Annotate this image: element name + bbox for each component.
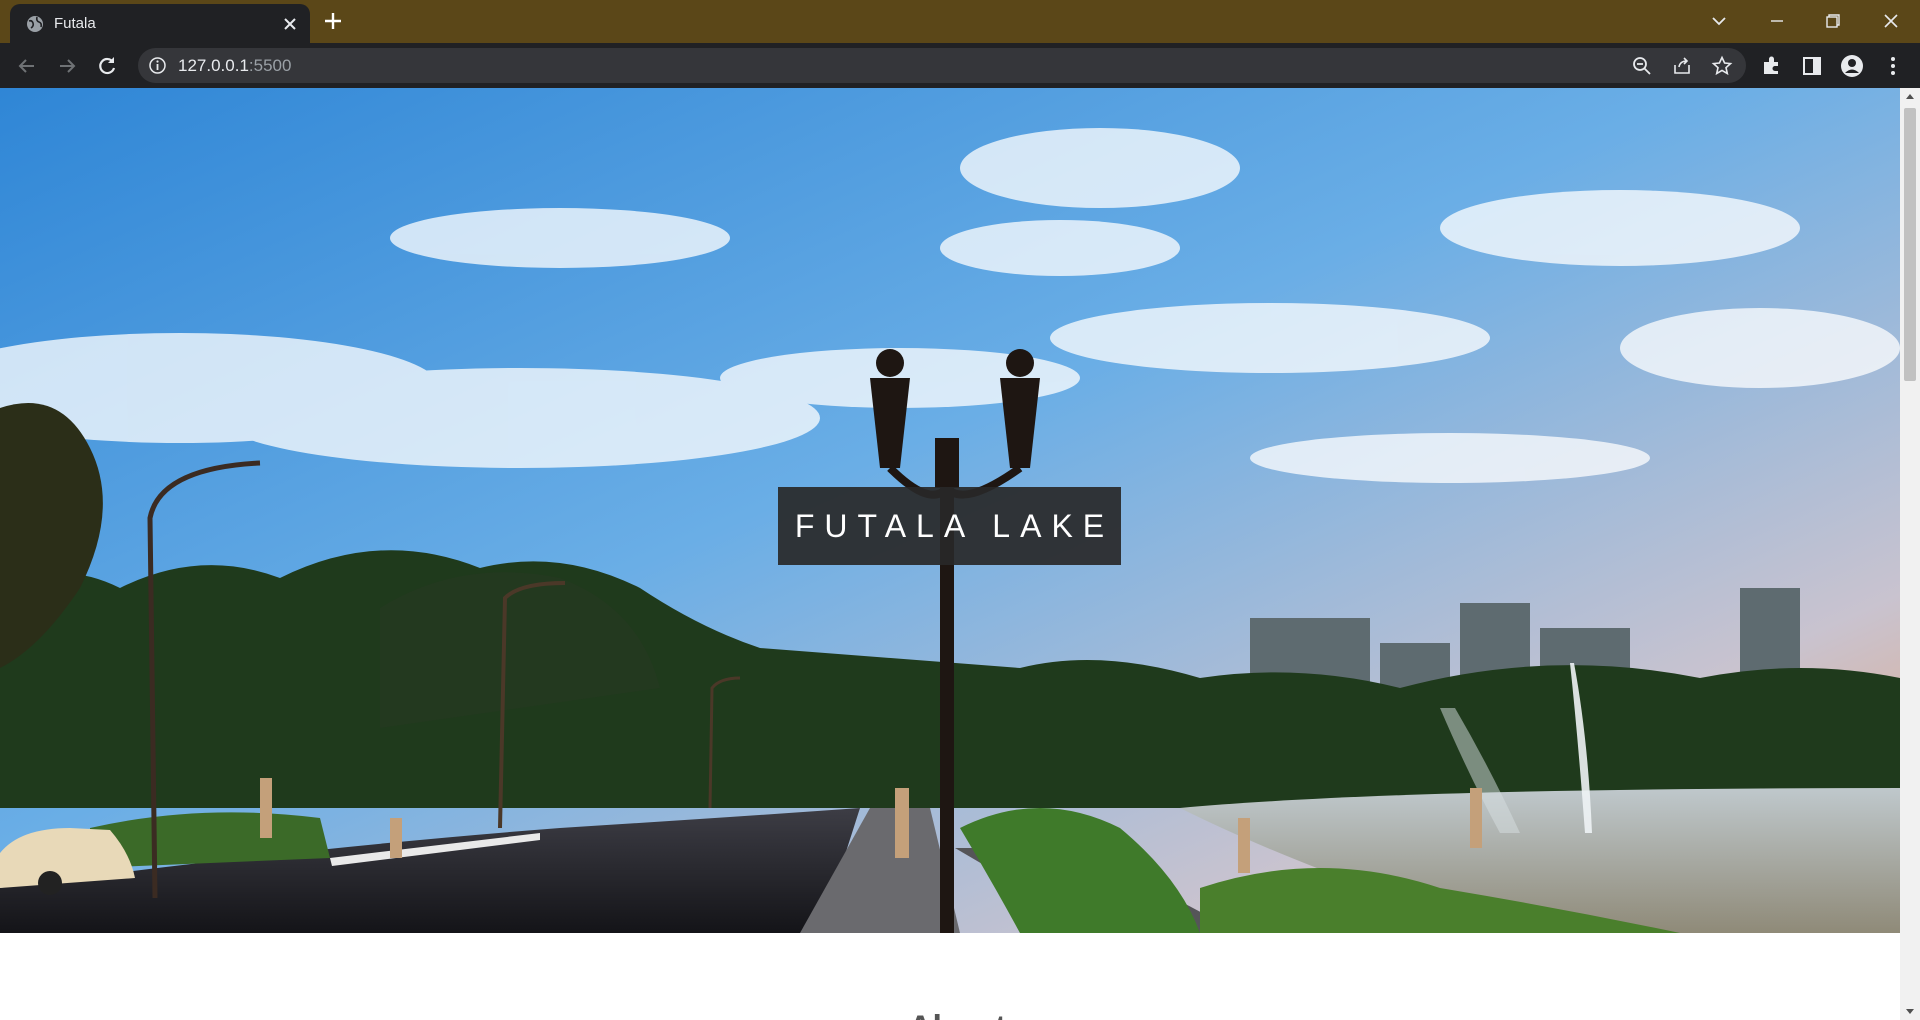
browser-toolbar: 127.0.0.1:5500	[0, 43, 1920, 88]
side-panel-icon[interactable]	[1799, 53, 1825, 79]
minimize-icon[interactable]	[1764, 8, 1790, 34]
address-bar[interactable]: 127.0.0.1:5500	[138, 48, 1746, 83]
site-info-icon[interactable]	[148, 56, 167, 75]
close-window-icon[interactable]	[1878, 8, 1904, 34]
scroll-up-arrow-icon[interactable]	[1900, 88, 1920, 105]
bookmark-star-icon[interactable]	[1711, 55, 1733, 77]
back-icon[interactable]	[12, 51, 42, 81]
share-icon[interactable]	[1671, 55, 1693, 77]
restore-icon[interactable]	[1820, 8, 1846, 34]
tab-strip: Futala	[0, 0, 1920, 43]
url-host: 127.0.0.1	[178, 56, 249, 75]
new-tab-icon[interactable]	[322, 10, 344, 32]
globe-icon	[26, 15, 44, 33]
about-heading: About	[908, 1008, 1006, 1020]
tab-title: Futala	[54, 15, 96, 32]
hero-banner: FUTALA LAKE	[0, 88, 1900, 933]
extensions-icon[interactable]	[1759, 53, 1785, 79]
reload-icon[interactable]	[92, 51, 122, 81]
zoom-icon[interactable]	[1631, 55, 1653, 77]
tab-search-icon[interactable]	[1706, 8, 1732, 34]
url-port: :5500	[248, 56, 292, 75]
scrollbar-thumb[interactable]	[1904, 108, 1916, 381]
vertical-scrollbar[interactable]	[1900, 88, 1920, 1020]
scroll-down-arrow-icon[interactable]	[1900, 1003, 1920, 1020]
profile-icon[interactable]	[1839, 53, 1865, 79]
hero-title: FUTALA LAKE	[794, 507, 1115, 544]
close-tab-icon[interactable]	[280, 14, 300, 34]
browser-tab[interactable]: Futala	[10, 4, 310, 43]
hero-title-box: FUTALA LAKE	[778, 487, 1121, 565]
page-viewport: FUTALA LAKE About	[0, 88, 1920, 1020]
menu-icon[interactable]	[1880, 53, 1906, 79]
url-text[interactable]: 127.0.0.1:5500	[178, 56, 291, 76]
forward-icon[interactable]	[52, 51, 82, 81]
